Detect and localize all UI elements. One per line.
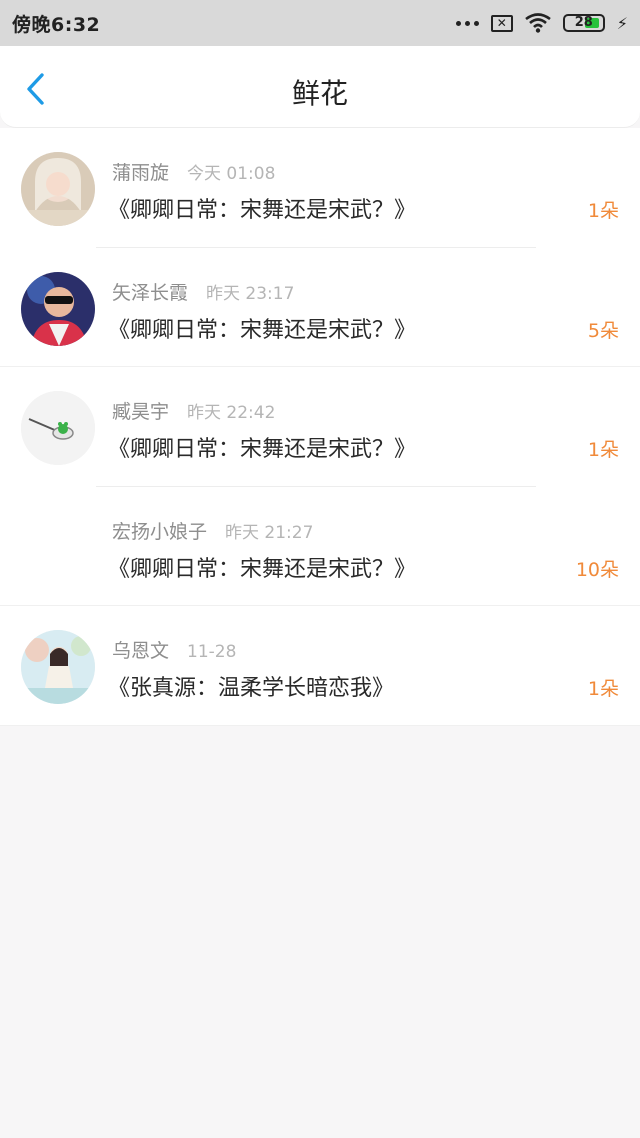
timestamp: 昨天 23:17 bbox=[206, 283, 295, 304]
book-title: 《张真源：温柔学长暗恋我》 bbox=[108, 676, 395, 701]
flower-count: 1朵 bbox=[587, 200, 619, 222]
avatar bbox=[21, 630, 95, 704]
list-item[interactable]: 蒲雨旋 今天 01:08 《卿卿日常：宋舞还是宋武？》 1朵 bbox=[0, 128, 640, 248]
list-item[interactable]: 乌恩文 11-28 《张真源：温柔学长暗恋我》 1朵 bbox=[0, 606, 640, 726]
nav-bar: 鲜花 bbox=[0, 46, 640, 128]
name-line: 乌恩文 11-28 bbox=[112, 636, 236, 663]
flower-count: 1朵 bbox=[587, 439, 619, 461]
more-dots-icon bbox=[455, 20, 479, 26]
timestamp: 今天 01:08 bbox=[187, 164, 276, 184]
avatar bbox=[21, 271, 95, 346]
status-bar: 傍晚6:32 ✕ 28 ⚡ bbox=[0, 0, 640, 46]
list-item[interactable]: 宏扬小娘子 昨天 21:27 《卿卿日常：宋舞还是宋武？》 10朵 bbox=[0, 487, 640, 606]
battery-level: 28 bbox=[574, 15, 593, 30]
timestamp: 昨天 21:27 bbox=[225, 522, 314, 543]
timestamp: 昨天 22:42 bbox=[187, 403, 276, 423]
name-line: 蒲雨旋 今天 01:08 bbox=[112, 158, 275, 185]
timestamp: 11-28 bbox=[187, 642, 237, 662]
flower-list: 蒲雨旋 今天 01:08 《卿卿日常：宋舞还是宋武？》 1朵 矢泽长霞 昨天 2… bbox=[0, 128, 640, 726]
username: 乌恩文 bbox=[112, 640, 170, 662]
book-title: 《卿卿日常：宋舞还是宋武？》 bbox=[108, 198, 417, 223]
username: 矢泽长霞 bbox=[112, 281, 189, 304]
battery-icon: 28 bbox=[562, 14, 605, 32]
flower-count: 5朵 bbox=[587, 319, 619, 342]
list-item[interactable]: 臧昊宇 昨天 22:42 《卿卿日常：宋舞还是宋武？》 1朵 bbox=[0, 367, 640, 487]
name-line: 宏扬小娘子 昨天 21:27 bbox=[112, 517, 313, 544]
no-sim-icon: ✕ bbox=[490, 14, 513, 32]
page-title: 鲜花 bbox=[291, 77, 348, 110]
flower-count: 10朵 bbox=[575, 558, 619, 581]
wifi-icon bbox=[524, 13, 551, 33]
status-icons: ✕ 28 ⚡ bbox=[455, 13, 628, 33]
username: 蒲雨旋 bbox=[112, 162, 170, 184]
charging-icon: ⚡ bbox=[616, 13, 628, 33]
avatar bbox=[21, 510, 95, 585]
avatar bbox=[21, 391, 95, 465]
username: 宏扬小娘子 bbox=[112, 520, 208, 543]
book-title: 《卿卿日常：宋舞还是宋武？》 bbox=[108, 437, 417, 462]
book-title: 《卿卿日常：宋舞还是宋武？》 bbox=[108, 556, 417, 582]
username: 臧昊宇 bbox=[112, 401, 170, 423]
list-item[interactable]: 矢泽长霞 昨天 23:17 《卿卿日常：宋舞还是宋武？》 5朵 bbox=[0, 248, 640, 367]
flower-count: 1朵 bbox=[587, 678, 619, 700]
book-title: 《卿卿日常：宋舞还是宋武？》 bbox=[108, 317, 417, 343]
status-time: 傍晚6:32 bbox=[12, 13, 101, 36]
name-line: 矢泽长霞 昨天 23:17 bbox=[112, 278, 294, 305]
divider bbox=[0, 724, 640, 726]
avatar bbox=[21, 152, 95, 226]
name-line: 臧昊宇 昨天 22:42 bbox=[112, 397, 275, 424]
